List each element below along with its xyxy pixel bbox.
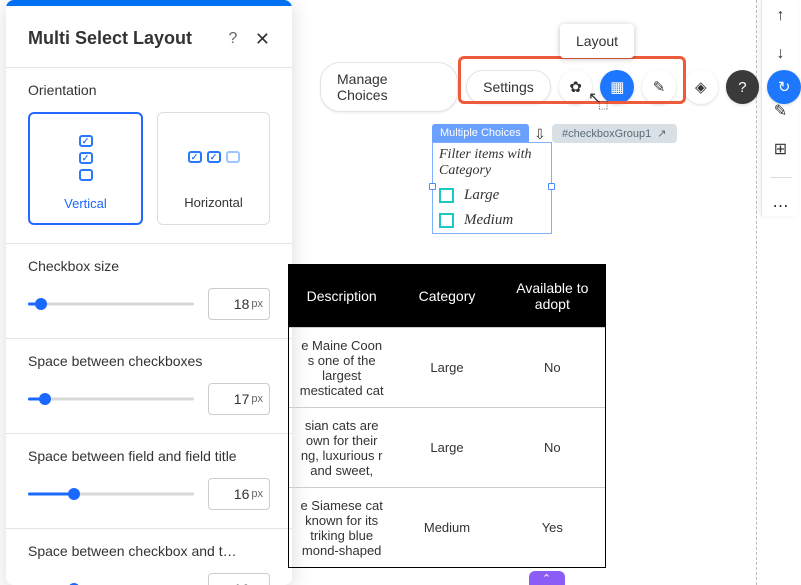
orientation-label: Orientation: [28, 82, 270, 98]
orientation-section: Orientation Vertical Horizontal: [6, 67, 292, 243]
table-row: sian cats are own for their ng, luxuriou…: [289, 407, 605, 487]
checkbox-size-label: Checkbox size: [28, 258, 270, 274]
checkbox-size-section: Checkbox size 18 px: [6, 243, 292, 338]
close-icon[interactable]: ✕: [255, 30, 270, 48]
table-cell: Medium: [394, 516, 499, 539]
table-cell: Yes: [500, 516, 605, 539]
data-table: Description Category Available to adopt …: [288, 264, 606, 568]
more-dots-icon[interactable]: ⋯: [771, 196, 791, 216]
space-field-title-label: Space between field and field title: [28, 448, 270, 464]
space-field-title-slider[interactable]: [28, 491, 194, 497]
space-field-title-input[interactable]: 16 px: [208, 478, 270, 510]
table-cell: sian cats are own for their ng, luxuriou…: [289, 414, 394, 482]
settings-button[interactable]: Settings: [466, 70, 551, 104]
table-cell: e Maine Coon s one of the largest mestic…: [289, 334, 394, 402]
space-checkbox-text-input[interactable]: 16 px: [208, 573, 270, 585]
action-bar: Manage Choices Settings ✿ ▦ ✎ ◈ ? ↻: [320, 62, 801, 112]
space-checkbox-text-label: Space between checkbox and t…: [28, 543, 270, 559]
checkbox-option-label: Medium: [464, 212, 513, 229]
help-icon[interactable]: ?: [223, 30, 243, 48]
table-header-cell: Available to adopt: [500, 276, 605, 316]
table-row: e Maine Coon s one of the largest mestic…: [289, 327, 605, 407]
table-cell: Large: [394, 436, 499, 459]
orientation-vertical[interactable]: Vertical: [28, 112, 143, 225]
table-header-cell: Description: [289, 284, 394, 308]
checkbox-group-title: Filter items with Category: [433, 143, 551, 183]
element-type-badge: Multiple Choices: [432, 124, 529, 142]
bottom-handle[interactable]: ⌃: [529, 571, 565, 585]
table-cell: e Siamese cat known for its triking blue…: [289, 494, 394, 562]
horizontal-label: Horizontal: [168, 195, 259, 210]
checkbox-icon[interactable]: [439, 213, 454, 228]
horizontal-preview-icon: [168, 129, 259, 185]
table-cell: No: [500, 436, 605, 459]
layout-tooltip: Layout: [560, 24, 634, 58]
checkbox-group-element[interactable]: Multiple Choices ⇩ #checkboxGroup1 Filte…: [432, 124, 552, 234]
help-circle-icon[interactable]: ?: [726, 70, 760, 104]
orientation-horizontal[interactable]: Horizontal: [157, 112, 270, 225]
checkbox-option[interactable]: Medium: [433, 208, 551, 233]
table-cell: Large: [394, 356, 499, 379]
checkbox-size-input[interactable]: 18 px: [208, 288, 270, 320]
space-checkboxes-section: Space between checkboxes 17 px: [6, 338, 292, 433]
manage-choices-button[interactable]: Manage Choices: [320, 62, 458, 112]
canvas: Layout Manage Choices Settings ✿ ▦ ✎ ◈ ?…: [292, 0, 801, 585]
table-cell: No: [500, 356, 605, 379]
layout-panel: Multi Select Layout ? ✕ Orientation Vert…: [6, 0, 292, 585]
vertical-label: Vertical: [40, 196, 131, 211]
cursor-icon: ↖: [588, 88, 601, 108]
orientation-row: Vertical Horizontal: [28, 112, 270, 225]
space-field-title-section: Space between field and field title 16 p…: [6, 433, 292, 528]
sections-icon[interactable]: ⊞: [771, 139, 791, 159]
checkbox-group-box: Filter items with Category Large Medium: [432, 142, 552, 234]
arrow-up-icon[interactable]: ↑: [771, 6, 791, 26]
space-checkboxes-input[interactable]: 17 px: [208, 383, 270, 415]
checkbox-size-slider[interactable]: [28, 301, 194, 307]
vertical-preview-icon: [40, 130, 131, 186]
arrow-down-icon[interactable]: ↓: [771, 44, 791, 64]
divider: [770, 177, 792, 178]
space-checkbox-text-section: Space between checkbox and t… 16 px: [6, 528, 292, 585]
animation-icon[interactable]: ◈: [684, 70, 718, 104]
table-header: Description Category Available to adopt: [289, 265, 605, 327]
more-icon[interactable]: ↻: [767, 70, 801, 104]
checkbox-icon[interactable]: [439, 188, 454, 203]
space-checkboxes-slider[interactable]: [28, 396, 194, 402]
space-checkboxes-label: Space between checkboxes: [28, 353, 270, 369]
checkbox-option[interactable]: Large: [433, 183, 551, 208]
table-header-cell: Category: [394, 284, 499, 308]
brush-icon[interactable]: ✎: [642, 70, 676, 104]
table-row: e Siamese cat known for its triking blue…: [289, 487, 605, 567]
panel-title: Multi Select Layout: [28, 28, 223, 49]
checkbox-option-label: Large: [464, 187, 499, 204]
panel-header: Multi Select Layout ? ✕: [6, 6, 292, 67]
element-id-tag[interactable]: #checkboxGroup1: [552, 124, 677, 143]
